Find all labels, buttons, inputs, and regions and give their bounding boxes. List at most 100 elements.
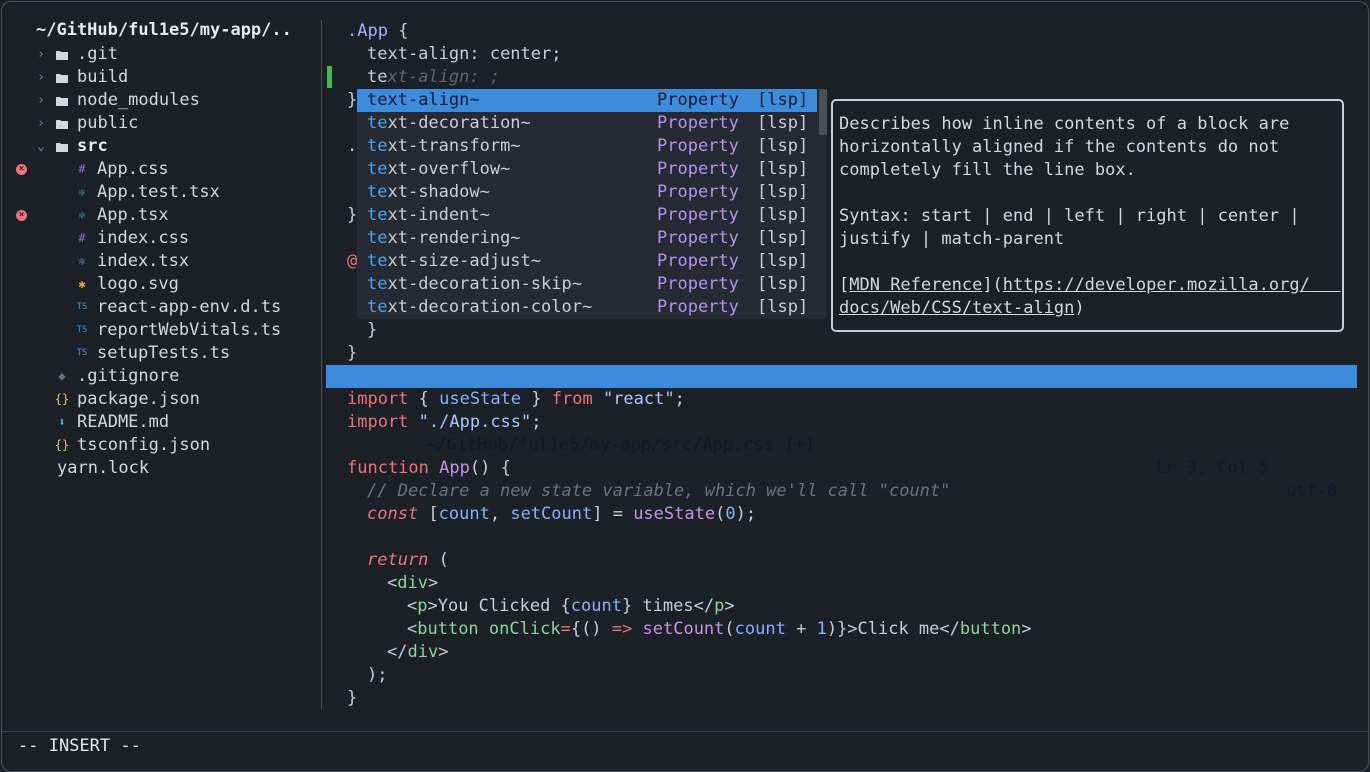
completion-item[interactable]: text-align~ Property [lsp]	[357, 89, 817, 112]
completion-kind: Property	[657, 159, 739, 179]
completion-source: [lsp]	[757, 297, 809, 317]
completion-label: text-transform~	[367, 136, 521, 156]
completion-source: [lsp]	[757, 274, 809, 294]
code-comment: // Declare a new state variable, which w…	[367, 481, 951, 501]
completion-label: text-shadow~	[367, 182, 490, 202]
cursor-position: Ln 3, Col 5	[1156, 458, 1269, 478]
doc-line: completely fill the line box.	[839, 160, 1136, 180]
json-icon: {}	[54, 392, 70, 406]
tree-item[interactable]: TS reportWebVitals.ts	[2, 319, 317, 342]
tree-item[interactable]: ⌄ src	[2, 135, 317, 158]
completion-item[interactable]: text-size-adjust~ Property [lsp]	[357, 250, 817, 273]
completion-label: text-size-adjust~	[367, 251, 542, 271]
tree-item-label: node_modules	[77, 90, 200, 110]
typescript-icon: TS	[76, 348, 88, 358]
sidebar-divider	[321, 20, 322, 710]
tree-item[interactable]: ◆ .gitignore	[2, 365, 317, 388]
code-line: </div>	[387, 642, 449, 662]
git-icon: ◆	[58, 369, 66, 383]
completion-item[interactable]: text-decoration-color~ Property [lsp]	[357, 296, 817, 319]
tree-item[interactable]: ⬇ README.md	[2, 411, 317, 434]
tree-item[interactable]: × ⚛ App.tsx	[2, 204, 317, 227]
tree-item[interactable]: › build	[2, 66, 317, 89]
completion-menu[interactable]: text-align~ Property [lsp] text-decoration~…	[357, 89, 827, 319]
tree-item-label: .git	[77, 44, 118, 64]
tree-item[interactable]: ✱ logo.svg	[2, 273, 317, 296]
code-line: <div>	[387, 573, 439, 593]
tree-item-label: package.json	[77, 389, 200, 409]
git-added-marker	[327, 66, 332, 88]
file-explorer: ~/GitHub/ful1e5/my-app/.. › .git › build › no…	[2, 2, 322, 710]
explorer-title: ~/GitHub/ful1e5/my-app/..	[36, 20, 292, 40]
mode-indicator: -- INSERT --	[18, 736, 141, 756]
completion-kind: Property	[657, 297, 739, 317]
doc-line: Syntax: start | end | left | right | cen…	[839, 206, 1300, 226]
tree-item[interactable]: TS setupTests.ts	[2, 342, 317, 365]
tree-item[interactable]: × # App.css	[2, 158, 317, 181]
chevron-right-icon[interactable]: ›	[34, 43, 48, 66]
code-line: );	[367, 665, 388, 685]
markdown-icon: ⬇	[58, 415, 66, 429]
code-line: function App() {	[347, 458, 511, 478]
react-icon: ⚛	[78, 185, 86, 199]
completion-label: text-decoration-skip~	[367, 274, 582, 294]
terminal-window: ~/GitHub/ful1e5/my-app/.. › .git › build › no…	[1, 1, 1369, 772]
completion-item[interactable]: text-indent~ Property [lsp]	[357, 204, 817, 227]
command-line[interactable]: -- INSERT --	[2, 731, 1368, 771]
completion-item[interactable]: text-transform~ Property [lsp]	[357, 135, 817, 158]
code-line: return (	[367, 550, 449, 570]
react-icon: ⚛	[78, 254, 86, 268]
tree-item-label: build	[77, 67, 129, 87]
code-line-2: text-align: center;	[367, 44, 562, 64]
tree-item[interactable]: {} package.json	[2, 388, 317, 411]
completion-item[interactable]: text-decoration~ Property [lsp]	[357, 112, 817, 135]
completion-item[interactable]: text-shadow~ Property [lsp]	[357, 181, 817, 204]
completion-source: [lsp]	[757, 159, 809, 179]
error-icon: ×	[16, 210, 27, 221]
chevron-right-icon[interactable]: ›	[34, 89, 48, 112]
css-icon: #	[78, 162, 86, 176]
completion-label: text-align~	[367, 90, 480, 110]
completion-label: text-indent~	[367, 205, 490, 225]
code-line: <p>You Clicked {count} times</p>	[407, 596, 735, 616]
completion-item[interactable]: text-decoration-skip~ Property [lsp]	[357, 273, 817, 296]
tree-item-label: react-app-env.d.ts	[97, 297, 282, 317]
code-line: import "./App.css";	[347, 412, 542, 432]
tree-item[interactable]: › node_modules	[2, 89, 317, 112]
tree-item[interactable]: yarn.lock	[2, 457, 317, 480]
chevron-down-icon[interactable]: ⌄	[34, 135, 48, 158]
tree-item[interactable]: › public	[2, 112, 317, 135]
tree-item-label: index.tsx	[97, 251, 190, 271]
tree-item-label: tsconfig.json	[77, 435, 211, 455]
folder-icon	[54, 89, 70, 112]
completion-kind: Property	[657, 113, 739, 133]
folder-icon	[54, 43, 70, 66]
tree-item[interactable]: # index.css	[2, 227, 317, 250]
chevron-right-icon[interactable]: ›	[34, 66, 48, 89]
chevron-right-icon[interactable]: ›	[34, 112, 48, 135]
code-line-1: .App {	[347, 21, 409, 41]
mdn-reference-link[interactable]: [MDN Reference](https://developer.mozill…	[839, 274, 1341, 297]
mdn-reference-url[interactable]: docs/Web/CSS/text-align)	[839, 297, 1085, 320]
tree-item[interactable]: TS react-app-env.d.ts	[2, 296, 317, 319]
tree-item[interactable]: {} tsconfig.json	[2, 434, 317, 457]
tree-item-label: App.test.tsx	[97, 182, 220, 202]
completion-item[interactable]: text-overflow~ Property [lsp]	[357, 158, 817, 181]
completion-kind: Property	[657, 90, 739, 110]
completion-kind: Property	[657, 251, 739, 271]
completion-source: [lsp]	[757, 205, 809, 225]
code-line-3: text-align: ;	[367, 67, 501, 87]
tree-item[interactable]: ⚛ App.test.tsx	[2, 181, 317, 204]
status-line: ⎇ main ~/GitHub/ful1e5/my-app/src/App.cs…	[326, 365, 1357, 501]
completion-scrollbar[interactable]	[819, 89, 827, 135]
tree-item[interactable]: ⚛ index.tsx	[2, 250, 317, 273]
completion-item[interactable]: text-rendering~ Property [lsp]	[357, 227, 817, 250]
error-icon: ×	[16, 164, 27, 175]
code-line-9: }	[347, 205, 358, 225]
file-path: ~/GitHub/ful1e5/my-app/src/App.css [+]	[426, 435, 815, 455]
code-line: <button onClick={() => setCount(count + …	[407, 619, 1032, 639]
tree-item-label: App.css	[97, 159, 169, 179]
completion-source: [lsp]	[757, 136, 809, 156]
tree-item[interactable]: › .git	[2, 43, 317, 66]
tree-item-label: public	[77, 113, 139, 133]
